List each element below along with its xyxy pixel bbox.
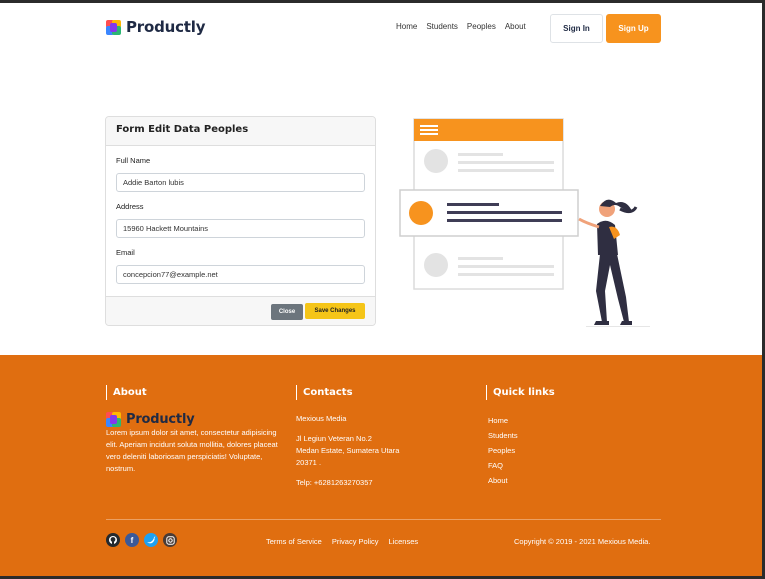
footer-brand: Productly bbox=[106, 412, 195, 427]
licenses-link[interactable]: Licenses bbox=[389, 537, 419, 546]
footer-divider bbox=[106, 519, 661, 520]
nav-links: Home Students Peoples About bbox=[396, 22, 526, 31]
email-input[interactable] bbox=[116, 265, 365, 284]
quick-link-home[interactable]: Home bbox=[488, 413, 518, 428]
edit-people-form-card: Form Edit Data Peoples Full Name Address… bbox=[105, 116, 376, 326]
contact-phone: Telp: +6281263270357 bbox=[296, 478, 373, 487]
save-changes-button[interactable]: Save Changes bbox=[305, 303, 365, 319]
privacy-policy-link[interactable]: Privacy Policy bbox=[332, 537, 379, 546]
page: Productly Home Students Peoples About Si… bbox=[0, 3, 762, 576]
form-body: Full Name Address Email bbox=[106, 146, 375, 296]
address-label: Address bbox=[116, 202, 144, 211]
quick-link-peoples[interactable]: Peoples bbox=[488, 443, 518, 458]
brand-name: Productly bbox=[126, 18, 206, 36]
address-input[interactable] bbox=[116, 219, 365, 238]
contacts-heading: Contacts bbox=[296, 385, 353, 400]
nav-link-peoples[interactable]: Peoples bbox=[467, 22, 496, 31]
contact-company: Mexious Media bbox=[296, 414, 347, 423]
about-text: Lorem ipsum dolor sit amet, consectetur … bbox=[106, 428, 278, 473]
nav-link-about[interactable]: About bbox=[505, 22, 526, 31]
form-title: Form Edit Data Peoples bbox=[106, 117, 375, 146]
copyright-text: Copyright © 2019 - 2021 Mexious Media. bbox=[514, 537, 651, 546]
footer-brand-name: Productly bbox=[126, 412, 195, 427]
about-heading: About bbox=[106, 385, 147, 400]
instagram-icon[interactable] bbox=[163, 533, 177, 547]
quick-link-about[interactable]: About bbox=[488, 473, 518, 488]
legal-links: Terms of Service Privacy Policy Licenses bbox=[266, 537, 418, 546]
facebook-icon[interactable]: f bbox=[125, 533, 139, 547]
email-label: Email bbox=[116, 248, 135, 257]
quick-link-students[interactable]: Students bbox=[488, 428, 518, 443]
full-name-label: Full Name bbox=[116, 156, 151, 165]
site-footer: About Contacts Quick links Productly Lor… bbox=[0, 355, 762, 576]
full-name-input[interactable] bbox=[116, 173, 365, 192]
quick-link-faq[interactable]: FAQ bbox=[488, 458, 518, 473]
contact-address-line1: Jl Legiun Veteran No.2 bbox=[296, 434, 372, 443]
productly-logo-icon bbox=[106, 19, 121, 35]
contact-address-line2: Medan Estate, Sumatera Utara bbox=[296, 446, 400, 455]
navbar: Productly Home Students Peoples About Si… bbox=[0, 3, 762, 53]
github-icon[interactable] bbox=[106, 533, 120, 547]
quick-links-heading: Quick links bbox=[486, 385, 555, 400]
nav-link-students[interactable]: Students bbox=[426, 22, 458, 31]
sign-up-button[interactable]: Sign Up bbox=[606, 14, 661, 43]
quick-links-list: Home Students Peoples FAQ About bbox=[488, 413, 518, 488]
contact-address-line3: 20371 . bbox=[296, 458, 322, 467]
people-list-illustration bbox=[396, 115, 652, 329]
brand-logo-link[interactable]: Productly bbox=[106, 18, 205, 36]
form-footer: Close Save Changes bbox=[106, 296, 375, 325]
social-links: f bbox=[106, 533, 177, 547]
terms-of-service-link[interactable]: Terms of Service bbox=[266, 537, 322, 546]
productly-logo-icon bbox=[106, 412, 121, 427]
sign-in-button[interactable]: Sign In bbox=[550, 14, 603, 43]
close-button[interactable]: Close bbox=[271, 304, 303, 320]
twitter-icon[interactable] bbox=[144, 533, 158, 547]
nav-link-home[interactable]: Home bbox=[396, 22, 417, 31]
